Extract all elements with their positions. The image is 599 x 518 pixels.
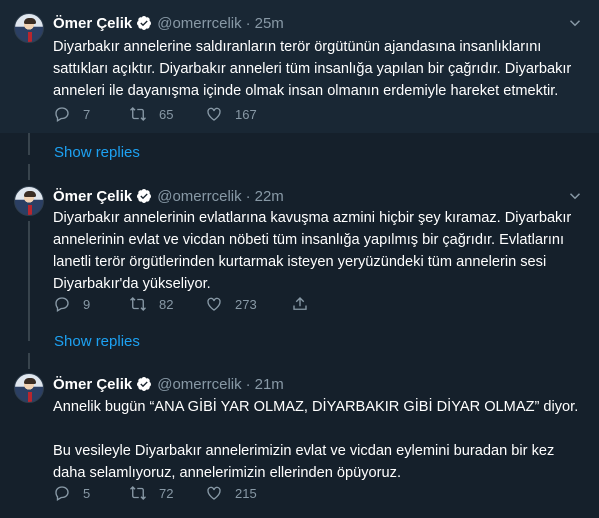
share-icon[interactable]	[291, 295, 309, 313]
reply-count: 9	[83, 296, 91, 312]
tweet-actions: 9 82 273	[53, 294, 309, 314]
tweet[interactable]: Ömer Çelik @omerrcelik · 21m Annelik bug…	[0, 365, 599, 518]
separator-dot: ·	[245, 187, 251, 205]
retweet-count: 72	[159, 485, 174, 501]
reply-count: 5	[83, 485, 91, 501]
heart-icon	[207, 297, 221, 311]
verified-badge-icon	[137, 377, 152, 391]
avatar[interactable]	[14, 186, 44, 216]
retweet-icon	[130, 107, 146, 121]
chevron-down-icon[interactable]	[566, 187, 584, 205]
tweet-time[interactable]: 25m	[255, 15, 284, 32]
separator-dot: ·	[245, 14, 251, 32]
author-name[interactable]: Ömer Çelik	[53, 188, 132, 205]
reply-icon	[55, 107, 69, 122]
retweet-count: 65	[159, 106, 174, 122]
retweet-button[interactable]: 72	[129, 484, 205, 502]
author-handle[interactable]: @omerrcelik	[157, 188, 241, 205]
reply-button[interactable]: 5	[53, 484, 129, 502]
tweet-text: Annelik bugün “ANA GİBİ YAR OLMAZ, DİYAR…	[53, 399, 579, 481]
retweet-icon	[130, 486, 146, 500]
chevron-down-icon[interactable]	[566, 14, 584, 32]
reply-count: 7	[83, 106, 91, 122]
tweet-time[interactable]: 21m	[255, 376, 284, 393]
tweet[interactable]: Ömer Çelik @omerrcelik · 22m Diyarbakır …	[0, 176, 599, 318]
heart-icon	[207, 486, 221, 500]
reply-button[interactable]: 9	[53, 295, 129, 313]
separator-dot: ·	[245, 375, 251, 393]
like-count: 273	[235, 296, 257, 312]
like-count: 167	[235, 106, 257, 122]
like-button[interactable]: 273	[205, 295, 291, 313]
reply-icon	[55, 297, 69, 312]
reply-icon	[55, 486, 69, 501]
tweet-time[interactable]: 22m	[255, 188, 284, 205]
avatar[interactable]	[14, 13, 44, 43]
verified-badge-icon	[137, 189, 152, 203]
tweet[interactable]: Ömer Çelik @omerrcelik · 25m Diyarbakır …	[0, 0, 599, 133]
retweet-count: 82	[159, 296, 174, 312]
show-replies-link[interactable]: Show replies	[54, 333, 140, 350]
author-name[interactable]: Ömer Çelik	[53, 15, 132, 32]
like-button[interactable]: 167	[205, 105, 291, 123]
author-handle[interactable]: @omerrcelik	[157, 376, 241, 393]
retweet-button[interactable]: 65	[129, 105, 205, 123]
retweet-icon	[130, 297, 146, 311]
avatar[interactable]	[14, 373, 44, 403]
show-replies-link[interactable]: Show replies	[54, 144, 140, 161]
author-handle[interactable]: @omerrcelik	[157, 15, 241, 32]
like-count: 215	[235, 485, 257, 501]
heart-icon	[207, 107, 221, 121]
tweet-header: Ömer Çelik @omerrcelik · 25m	[53, 13, 284, 33]
tweet-actions: 7 65 167	[53, 104, 291, 124]
reply-button[interactable]: 7	[53, 105, 129, 123]
tweet-header: Ömer Çelik @omerrcelik · 21m	[53, 374, 284, 394]
tweet-actions: 5 72 215	[53, 483, 291, 503]
tweet-header: Ömer Çelik @omerrcelik · 22m	[53, 186, 284, 206]
author-name[interactable]: Ömer Çelik	[53, 376, 132, 393]
tweet-text: Diyarbakır annelerinin evlatlarına kavuş…	[53, 210, 572, 292]
verified-badge-icon	[137, 16, 152, 30]
retweet-button[interactable]: 82	[129, 295, 205, 313]
like-button[interactable]: 215	[205, 484, 291, 502]
tweet-text: Diyarbakır annelerine saldıranların terö…	[53, 39, 572, 99]
